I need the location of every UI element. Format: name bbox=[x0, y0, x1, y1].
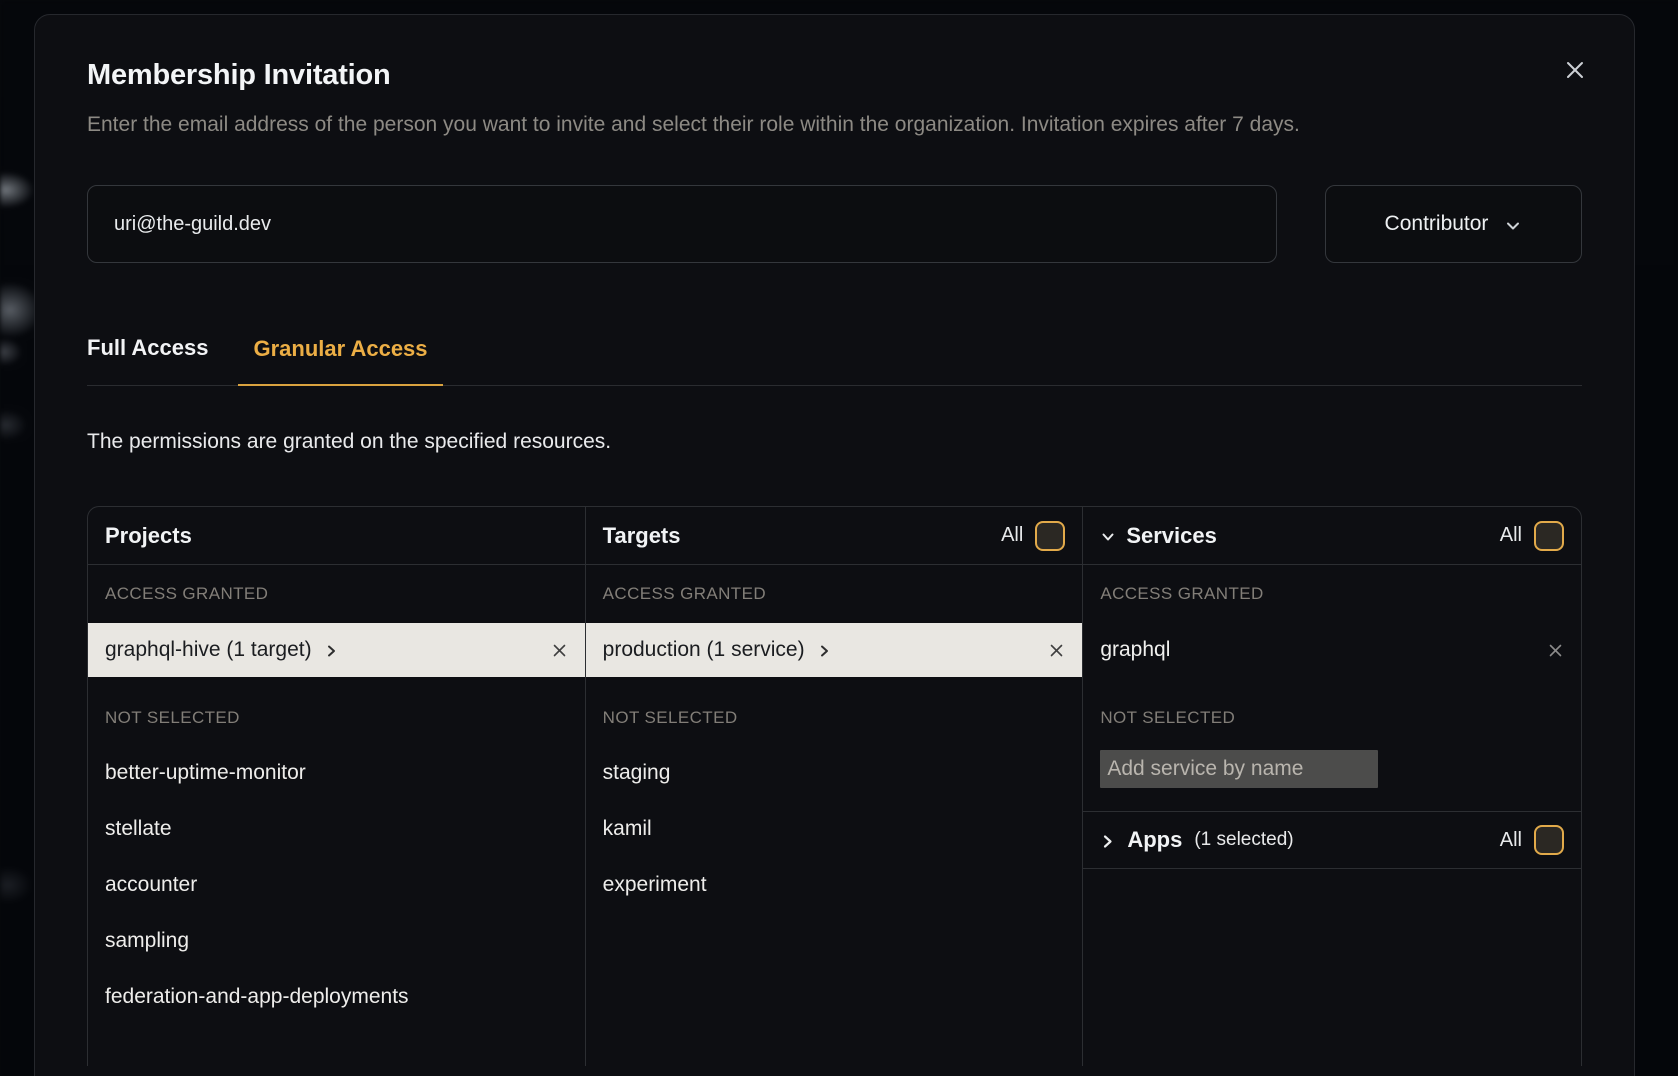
services-not-selected-label: NOT SELECTED bbox=[1083, 691, 1581, 745]
add-service-input[interactable] bbox=[1100, 750, 1378, 788]
project-item[interactable]: accounter bbox=[88, 857, 585, 913]
apps-row[interactable]: Apps (1 selected) All bbox=[1083, 811, 1581, 869]
close-icon bbox=[1547, 642, 1564, 659]
dialog-description: Enter the email address of the person yo… bbox=[87, 106, 1489, 143]
targets-all-wrap: All bbox=[1001, 521, 1065, 551]
chevron-down-icon bbox=[1100, 529, 1116, 545]
targets-all-label: All bbox=[1001, 524, 1023, 547]
email-input[interactable] bbox=[87, 185, 1277, 263]
targets-selected-label: production (1 service) bbox=[603, 638, 805, 662]
role-select-value: Contributor bbox=[1385, 212, 1489, 236]
apps-all-wrap: All bbox=[1500, 825, 1564, 855]
chevron-right-icon bbox=[817, 644, 831, 658]
role-select[interactable]: Contributor bbox=[1325, 185, 1582, 263]
tab-full-access[interactable]: Full Access bbox=[87, 335, 208, 385]
close-icon bbox=[1563, 58, 1587, 82]
targets-title: Targets bbox=[603, 523, 681, 549]
targets-access-granted-label: ACCESS GRANTED bbox=[586, 565, 1083, 623]
close-button[interactable] bbox=[1560, 55, 1590, 85]
apps-all-checkbox[interactable] bbox=[1534, 825, 1564, 855]
projects-column: Projects ACCESS GRANTED graphql-hive (1 … bbox=[88, 507, 586, 1066]
projects-access-granted-label: ACCESS GRANTED bbox=[88, 565, 585, 623]
services-header[interactable]: Services All bbox=[1083, 507, 1581, 565]
targets-all-checkbox[interactable] bbox=[1035, 521, 1065, 551]
services-granted-row: graphql bbox=[1083, 623, 1581, 677]
remove-project-button[interactable] bbox=[551, 642, 568, 659]
projects-selected-row[interactable]: graphql-hive (1 target) bbox=[88, 623, 585, 677]
services-granted-label: graphql bbox=[1100, 638, 1170, 662]
tab-granular-access[interactable]: Granular Access bbox=[238, 336, 442, 386]
services-all-label: All bbox=[1500, 524, 1522, 547]
project-item[interactable]: sampling bbox=[88, 913, 585, 969]
apps-title: Apps bbox=[1127, 827, 1182, 853]
project-item[interactable]: stellate bbox=[88, 801, 585, 857]
targets-column: Targets All ACCESS GRANTED production (1… bbox=[586, 507, 1084, 1066]
close-icon bbox=[551, 642, 568, 659]
services-column: Services All ACCESS GRANTED graphql NOT bbox=[1083, 507, 1581, 1066]
targets-header: Targets All bbox=[586, 507, 1083, 565]
projects-selected-label: graphql-hive (1 target) bbox=[105, 638, 312, 662]
target-item[interactable]: kamil bbox=[586, 801, 1083, 857]
targets-selected-row[interactable]: production (1 service) bbox=[586, 623, 1083, 677]
invite-row: Contributor bbox=[87, 185, 1582, 263]
remove-target-button[interactable] bbox=[1048, 642, 1065, 659]
permissions-note: The permissions are granted on the speci… bbox=[87, 430, 1582, 454]
close-icon bbox=[1048, 642, 1065, 659]
projects-title: Projects bbox=[105, 523, 192, 549]
apps-all-label: All bbox=[1500, 829, 1522, 852]
services-title: Services bbox=[1126, 523, 1217, 549]
apps-selected-count: (1 selected) bbox=[1194, 829, 1293, 851]
projects-header: Projects bbox=[88, 507, 585, 565]
membership-invitation-dialog: Membership Invitation Enter the email ad… bbox=[34, 14, 1635, 1076]
target-item[interactable]: staging bbox=[586, 745, 1083, 801]
project-item[interactable]: federation-and-app-deployments bbox=[88, 969, 585, 1025]
target-item[interactable]: experiment bbox=[586, 857, 1083, 913]
chevron-right-icon bbox=[324, 644, 338, 658]
services-all-wrap: All bbox=[1500, 521, 1564, 551]
project-item[interactable]: better-uptime-monitor bbox=[88, 745, 585, 801]
access-tabs: Full Access Granular Access bbox=[87, 335, 1582, 386]
services-all-checkbox[interactable] bbox=[1534, 521, 1564, 551]
targets-not-selected-label: NOT SELECTED bbox=[586, 691, 1083, 745]
resources-table: Projects ACCESS GRANTED graphql-hive (1 … bbox=[87, 506, 1582, 1066]
chevron-down-icon bbox=[1504, 217, 1522, 235]
services-access-granted-label: ACCESS GRANTED bbox=[1083, 565, 1581, 623]
dialog-title: Membership Invitation bbox=[87, 59, 1582, 92]
chevron-right-icon bbox=[1100, 834, 1115, 849]
remove-service-button[interactable] bbox=[1547, 642, 1564, 659]
projects-not-selected-label: NOT SELECTED bbox=[88, 691, 585, 745]
